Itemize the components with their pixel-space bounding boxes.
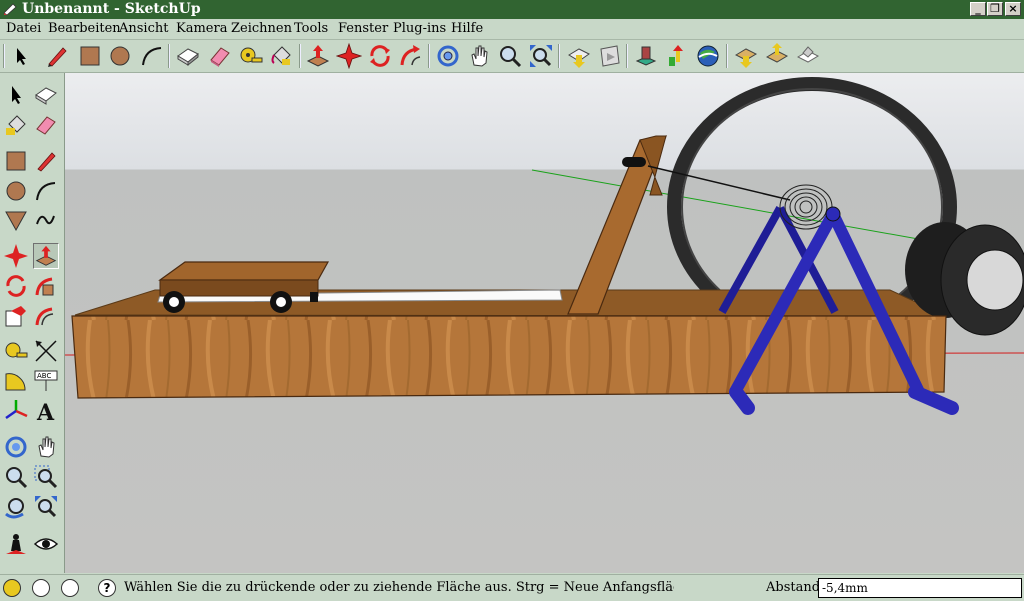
position-camera-icon[interactable]: [3, 531, 29, 557]
move-icon[interactable]: [335, 42, 363, 70]
paint-bucket-icon[interactable]: [268, 43, 294, 69]
make-component-icon[interactable]: [175, 43, 201, 69]
sketchup-app-icon[interactable]: [3, 2, 17, 16]
protractor-icon[interactable]: [3, 368, 29, 394]
menu-bar: Datei Bearbeiten Ansicht Kamera Zeichnen…: [0, 19, 1024, 40]
zoom-extents-icon[interactable]: [33, 494, 59, 520]
google-earth-icon[interactable]: [695, 43, 721, 69]
menu-fenster[interactable]: Fenster: [338, 21, 388, 36]
3d-text-icon[interactable]: A: [33, 398, 59, 426]
circle-icon[interactable]: [107, 43, 133, 69]
minimize-button[interactable]: _: [970, 2, 986, 16]
make-component-icon[interactable]: [33, 82, 59, 108]
zoom-icon[interactable]: [497, 43, 523, 69]
svg-text:ABC: ABC: [37, 372, 51, 380]
rotate-icon[interactable]: [3, 273, 29, 299]
eraser-icon[interactable]: [207, 43, 233, 69]
circle-icon[interactable]: [3, 178, 29, 204]
title-bar: Unbenannt - SketchUp _ ❐ ×: [0, 0, 1024, 19]
menu-datei[interactable]: Datei: [6, 21, 41, 36]
help-icon[interactable]: ?: [98, 579, 116, 597]
preview-earth-icon[interactable]: [733, 43, 759, 69]
rowing-machine-model: [65, 77, 1024, 415]
orbit-icon[interactable]: [435, 43, 461, 69]
freehand-icon[interactable]: [33, 208, 59, 234]
paint-bucket-icon[interactable]: [3, 112, 29, 138]
select-icon[interactable]: [3, 82, 29, 108]
restore-button[interactable]: ❐: [987, 2, 1003, 16]
model-viewport[interactable]: [65, 73, 1024, 573]
rectangle-icon[interactable]: [3, 148, 29, 174]
tape-measure-icon[interactable]: [238, 43, 264, 69]
window-title: Unbenannt - SketchUp: [22, 1, 201, 17]
menu-kamera[interactable]: Kamera: [176, 21, 227, 36]
pan-icon[interactable]: [33, 434, 59, 460]
place-model-icon[interactable]: [795, 43, 821, 69]
polygon-icon[interactable]: [3, 208, 29, 234]
arc-icon[interactable]: [33, 178, 59, 204]
svg-text:A: A: [36, 400, 55, 424]
toolbar-grip: [3, 44, 5, 68]
previous-view-icon[interactable]: [3, 494, 29, 520]
select-icon[interactable]: [8, 43, 34, 69]
measurements-label: Abstand: [766, 580, 821, 595]
left-toolbar: ABC A: [0, 73, 65, 573]
dimension-icon[interactable]: [33, 338, 59, 364]
push-pull-icon[interactable]: [305, 43, 331, 69]
axes-icon[interactable]: [3, 398, 29, 424]
get-models-icon[interactable]: [566, 43, 592, 69]
menu-plugins[interactable]: Plug-ins: [393, 21, 446, 36]
follow-me-icon[interactable]: [33, 273, 59, 299]
pan-icon[interactable]: [466, 43, 492, 69]
zoom-icon[interactable]: [3, 464, 29, 490]
get-components-icon[interactable]: [633, 43, 659, 69]
push-pull-icon[interactable]: [33, 243, 59, 269]
line-icon[interactable]: [33, 148, 59, 174]
zoom-window-icon[interactable]: [33, 464, 59, 490]
tape-measure-icon[interactable]: [3, 338, 29, 364]
eraser-icon[interactable]: [33, 112, 59, 138]
menu-zeichnen[interactable]: Zeichnen: [231, 21, 292, 36]
scale-icon[interactable]: [3, 303, 29, 329]
look-around-icon[interactable]: [33, 531, 59, 557]
sign-in-icon[interactable]: [61, 579, 79, 597]
inclined-post: [567, 135, 667, 315]
rectangle-icon[interactable]: [77, 43, 103, 69]
toggle-terrain-icon[interactable]: [764, 43, 790, 69]
share-model-icon[interactable]: [597, 43, 623, 69]
main-toolbar: [0, 40, 1024, 73]
menu-bearbeiten[interactable]: Bearbeiten: [48, 21, 121, 36]
menu-tools[interactable]: Tools: [294, 21, 328, 36]
text-icon[interactable]: ABC: [33, 368, 59, 394]
close-button[interactable]: ×: [1005, 2, 1021, 16]
status-message: Wählen Sie die zu drückende oder zu zieh…: [124, 580, 674, 595]
wooden-base-frame: [71, 315, 947, 399]
credits-icon[interactable]: [32, 579, 50, 597]
status-bar: ? Wählen Sie die zu drückende oder zu zi…: [0, 574, 1024, 601]
measurements-input[interactable]: [818, 578, 1022, 598]
menu-hilfe[interactable]: Hilfe: [451, 21, 483, 36]
geo-location-icon[interactable]: [3, 579, 21, 597]
offset-icon[interactable]: [33, 303, 59, 329]
pencil-icon[interactable]: [44, 43, 70, 69]
orbit-icon[interactable]: [3, 434, 29, 460]
follow-me-icon[interactable]: [398, 43, 424, 69]
share-component-icon[interactable]: [664, 43, 690, 69]
arc-icon[interactable]: [139, 43, 165, 69]
rotate-icon[interactable]: [367, 43, 393, 69]
move-icon[interactable]: [3, 243, 29, 269]
menu-ansicht[interactable]: Ansicht: [119, 21, 168, 36]
zoom-extents-icon[interactable]: [528, 43, 554, 69]
green-axis: [531, 169, 936, 243]
